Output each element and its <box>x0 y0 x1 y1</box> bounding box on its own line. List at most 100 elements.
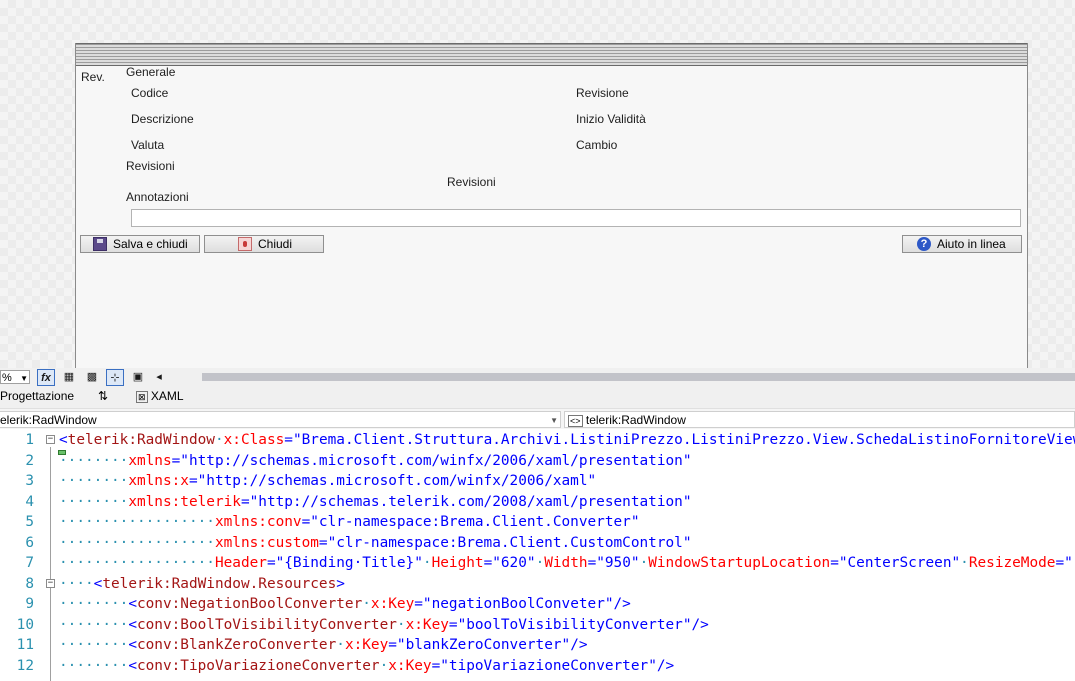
code-token: · <box>535 555 545 571</box>
chevron-down-icon: ▼ <box>20 374 28 383</box>
code-token: =" <box>284 432 302 448</box>
code-text: ··················Header="{Binding·Title… <box>59 553 1073 574</box>
code-text: ··················xmlns:custom="clr-name… <box>59 533 691 554</box>
code-token: =" <box>448 616 467 633</box>
code-token: =" <box>266 555 285 571</box>
collapse-region-icon[interactable]: − <box>46 578 55 588</box>
scroll-left-icon[interactable]: ◂ <box>150 369 168 386</box>
element-member-dropdown[interactable]: <> telerik:RadWindow <box>564 411 1075 428</box>
code-line[interactable]: 12 ········<conv:TipoVariazioneConverter·… <box>0 656 1075 677</box>
code-token: boolToVisibilityConverter <box>466 616 683 633</box>
code-line[interactable]: 5 ··················xmlns:conv="clr-names… <box>0 512 1075 533</box>
code-token: · <box>639 555 649 571</box>
code-token: clr-namespace:Brema.Client.CustomControl <box>336 534 683 551</box>
code-line[interactable]: 7 ··················Header="{Binding·Titl… <box>0 553 1075 574</box>
code-token: · <box>422 555 432 571</box>
code-token: < <box>128 596 137 612</box>
tab-xaml-label: XAML <box>150 389 184 403</box>
annotazioni-input[interactable] <box>131 209 1021 227</box>
element-scope-dropdown[interactable]: elerik:RadWindow ▼ <box>0 411 561 428</box>
inizio-validita-label: Inizio Validità <box>576 112 646 126</box>
help-button[interactable]: ? Aiuto in linea <box>902 235 1022 253</box>
line-number: 9 <box>25 596 34 612</box>
code-token: blankZeroConverter <box>405 637 562 653</box>
code-text: ········xmlns:telerik="http://schemas.te… <box>59 492 691 513</box>
save-and-close-button[interactable]: Salva e chiudi <box>80 235 200 253</box>
code-token: Height <box>431 555 484 571</box>
code-token: xmlns:custom <box>214 534 319 551</box>
grid-icon[interactable]: ▦ <box>60 369 78 386</box>
code-token: · <box>379 657 389 674</box>
code-token: conv:BlankZeroConverter <box>136 637 337 653</box>
code-token: xmlns:conv <box>214 514 302 530</box>
code-token: " <box>682 452 692 469</box>
code-token: http://schemas.microsoft.com/winfx/2006/… <box>206 473 588 489</box>
collapse-region-icon[interactable]: − <box>46 435 55 444</box>
code-token: < <box>128 657 137 674</box>
designer-toolbar: % ▼ fx ▦ ▩ ⊹ ▣ ◂ <box>0 368 1075 388</box>
code-text: ········<conv:NegationBoolConverter·x:Ke… <box>59 594 631 615</box>
zoom-dropdown[interactable]: % ▼ <box>0 370 30 384</box>
snap-lines-icon[interactable]: ⊹ <box>106 369 124 386</box>
tab-design[interactable]: Progettazione <box>0 389 74 403</box>
code-token: > <box>336 575 345 592</box>
floppy-disk-icon <box>93 237 107 251</box>
code-text: ········<conv:BlankZeroConverter·x:Key="… <box>59 635 588 656</box>
code-token: · <box>362 596 371 612</box>
line-number: 2 <box>25 452 34 469</box>
code-token: " <box>587 473 597 489</box>
code-line[interactable]: 4 ········xmlns:telerik="http://schemas.t… <box>0 492 1075 513</box>
code-token: =" <box>483 555 501 571</box>
code-line[interactable]: 11 ········<conv:BlankZeroConverter·x:Key… <box>0 635 1075 656</box>
revisioni-group-header: Revisioni <box>126 159 175 173</box>
code-token: http://schemas.microsoft.com/winfx/2006/… <box>188 452 683 469</box>
swap-panes-icon[interactable]: ⇅ <box>98 389 108 403</box>
code-token: "/> <box>648 657 675 674</box>
question-mark-icon: ? <box>917 237 931 251</box>
xaml-element-icon: <> <box>568 415 583 427</box>
code-token: "/> <box>561 637 588 653</box>
close-button[interactable]: Chiudi <box>204 235 324 253</box>
code-token: xmlns:x <box>128 473 189 489</box>
snap-grid-icon[interactable]: ▩ <box>83 369 101 386</box>
code-token: telerik:RadWindow.Resources <box>102 575 337 592</box>
xaml-code-editor[interactable]: 1− <telerik:RadWindow·x:Class="Brema.Clie… <box>0 429 1075 681</box>
window-title-bar[interactable] <box>76 43 1027 66</box>
code-token: Brema.Client.Struttura.Archivi.ListiniPr… <box>301 432 1075 448</box>
code-line[interactable]: 10 ········<conv:BoolToVisibilityConverte… <box>0 615 1075 636</box>
codice-label: Codice <box>131 86 169 100</box>
code-line[interactable]: 6 ··················xmlns:custom="clr-nam… <box>0 533 1075 554</box>
code-token: =" <box>188 473 207 489</box>
code-token: {Binding·Title} <box>284 555 415 571</box>
code-token: ········ <box>59 616 129 633</box>
code-token: tipoVariazioneConverter <box>448 657 649 674</box>
code-token: =" <box>171 452 189 469</box>
generale-group-header: Generale <box>126 65 176 79</box>
code-token: conv:NegationBoolConverter <box>136 596 363 612</box>
document-refresh-icon[interactable]: ▣ <box>129 369 147 386</box>
code-token: =" <box>587 555 605 571</box>
tab-xaml[interactable]: ⊠ XAML <box>136 389 184 403</box>
code-token: =" <box>414 596 432 612</box>
code-line[interactable]: 9 ········<conv:NegationBoolConverter·x:K… <box>0 594 1075 615</box>
code-token: " <box>682 493 692 510</box>
code-line[interactable]: 2 ········xmlns="http://schemas.microsoft… <box>0 451 1075 472</box>
code-token: 620 <box>500 555 527 571</box>
code-token: < <box>128 637 137 653</box>
code-line[interactable]: 1 − <telerik:RadWindow·x:Class="Brema.Clie… <box>0 430 1075 451</box>
code-token: ········ <box>59 493 129 510</box>
xaml-icon: ⊠ <box>136 391 148 403</box>
code-token: negationBoolConveter <box>431 596 605 612</box>
code-line[interactable]: 8 − ····<telerik:RadWindow.Resources> <box>0 574 1075 595</box>
line-number: 3 <box>25 473 34 489</box>
code-token: " <box>951 555 961 571</box>
line-number: 5 <box>25 514 34 530</box>
line-number: 8 <box>25 575 34 592</box>
line-number: 6 <box>25 534 34 551</box>
code-token: ResizeMode <box>968 555 1056 571</box>
horizontal-scrollbar[interactable] <box>202 373 1075 381</box>
code-line[interactable]: 3 ········xmlns:x="http://schemas.microso… <box>0 471 1075 492</box>
formula-fx-icon[interactable]: fx <box>37 369 55 386</box>
code-token: Header <box>214 555 267 571</box>
line-number: 1 <box>25 432 34 448</box>
